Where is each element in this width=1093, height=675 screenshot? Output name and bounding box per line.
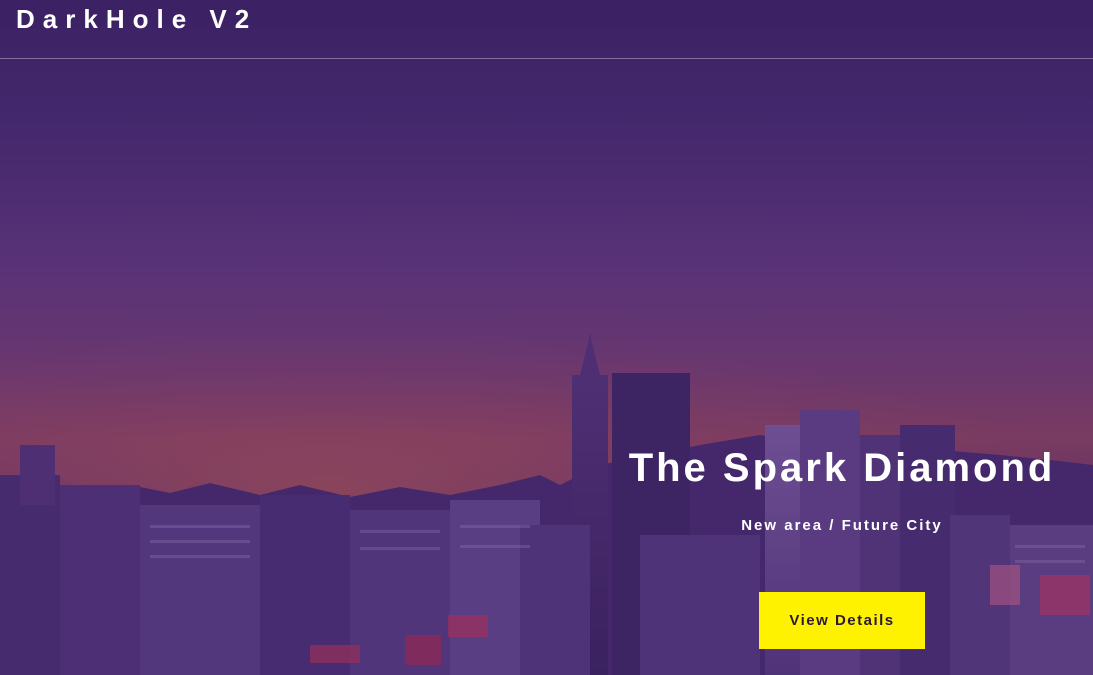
hero-subtitle: New area / Future City <box>741 517 943 534</box>
site-logo[interactable]: DarkHole V2 <box>16 4 257 35</box>
hero-content: The Spark Diamond New area / Future City… <box>590 440 1093 649</box>
view-details-button[interactable]: View Details <box>759 592 925 649</box>
hero-title: The Spark Diamond <box>628 446 1056 490</box>
hero-section: DarkHole V2 The Spark Diamond New area /… <box>0 0 1093 675</box>
site-header: DarkHole V2 <box>0 0 1093 59</box>
